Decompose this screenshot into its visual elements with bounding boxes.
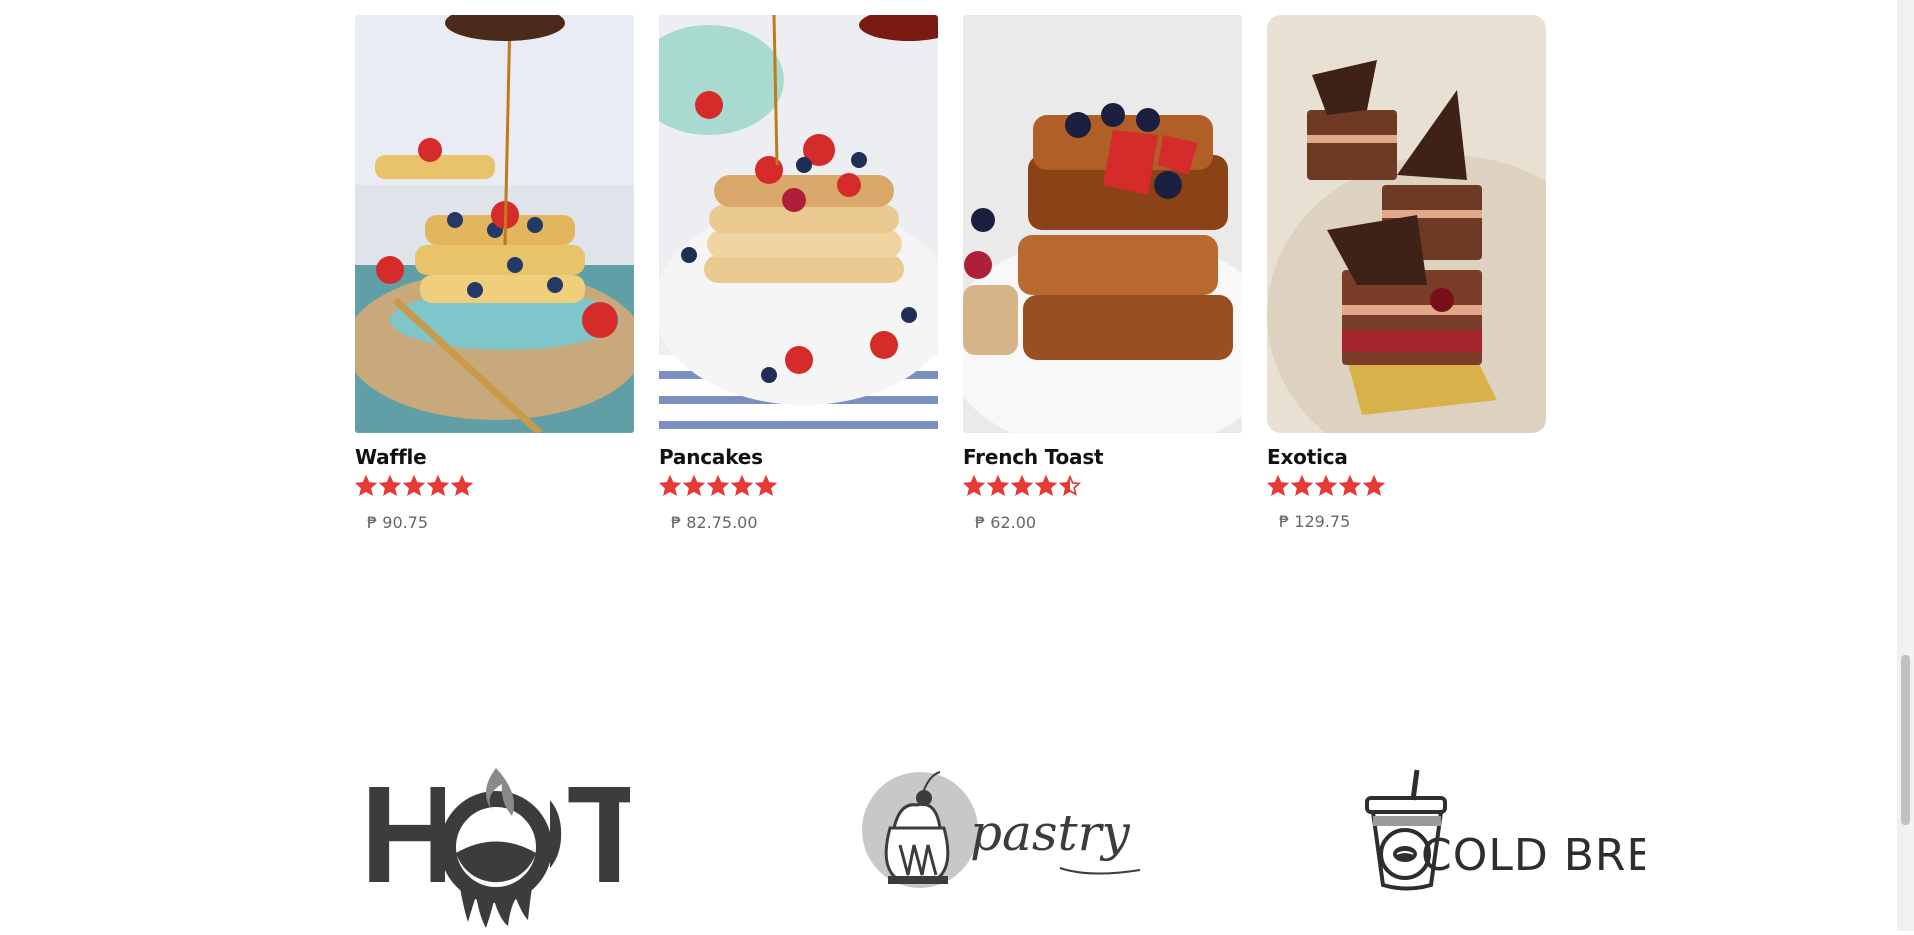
product-price: ₱ 90.75 — [367, 513, 429, 532]
waffle-photo[interactable] — [355, 15, 634, 433]
product-card-waffle[interactable]: Waffle ₱ 90.75 — [355, 15, 634, 532]
pastry-logo: pastry — [862, 771, 1141, 888]
star-filled-icon — [963, 475, 985, 496]
star-filled-icon — [1035, 475, 1057, 496]
product-price: ₱ 129.75 — [1279, 512, 1351, 531]
category-pastry[interactable]: pastry — [860, 750, 1150, 935]
scrollbar-thumb[interactable] — [1901, 655, 1910, 825]
star-filled-icon — [451, 475, 473, 496]
product-name[interactable]: French Toast — [963, 445, 1242, 469]
star-filled-icon — [1363, 475, 1385, 496]
product-name[interactable]: Exotica — [1267, 445, 1546, 469]
product-name[interactable]: Pancakes — [659, 445, 938, 469]
product-card-french-toast[interactable]: French Toast ₱ 62.00 — [963, 15, 1242, 532]
star-filled-icon — [707, 475, 729, 496]
category-hot[interactable]: HOT — [360, 750, 651, 935]
page-scrollbar[interactable] — [1897, 0, 1914, 931]
star-half-icon — [1059, 475, 1081, 496]
product-price: ₱ 82.75.00 — [671, 513, 758, 532]
exotica-photo[interactable] — [1267, 15, 1546, 433]
star-filled-icon — [427, 475, 449, 496]
cold-brew-logo-text: COLD BREW — [1421, 830, 1645, 881]
star-filled-icon — [403, 475, 425, 496]
french-toast-photo[interactable] — [963, 15, 1242, 433]
star-filled-icon — [1291, 475, 1313, 496]
product-name[interactable]: Waffle — [355, 445, 634, 469]
star-filled-icon — [379, 475, 401, 496]
hot-logo: HOT — [360, 758, 651, 928]
category-section: HOT pastry COL — [0, 750, 1897, 931]
rating-stars — [355, 475, 634, 499]
star-filled-icon — [755, 475, 777, 496]
pastry-logo-text: pastry — [970, 804, 1130, 862]
pancakes-photo[interactable] — [659, 15, 938, 433]
star-filled-icon — [1315, 475, 1337, 496]
star-filled-icon — [1267, 475, 1289, 496]
star-filled-icon — [355, 475, 377, 496]
product-card-pancakes[interactable]: Pancakes ₱ 82.75.00 — [659, 15, 938, 532]
product-price: ₱ 62.00 — [975, 513, 1037, 532]
star-filled-icon — [987, 475, 1009, 496]
category-cold-brew[interactable]: COLD BREW — [1365, 750, 1699, 935]
star-filled-icon — [1339, 475, 1361, 496]
star-filled-icon — [731, 475, 753, 496]
rating-stars — [1267, 475, 1546, 499]
rating-stars — [659, 475, 938, 499]
cold-brew-logo: COLD BREW — [1365, 769, 1699, 891]
product-card-exotica[interactable]: Exotica ₱ 129.75 — [1267, 15, 1546, 531]
star-filled-icon — [683, 475, 705, 496]
star-filled-icon — [1011, 475, 1033, 496]
rating-stars — [963, 475, 1242, 499]
star-filled-icon — [659, 475, 681, 496]
